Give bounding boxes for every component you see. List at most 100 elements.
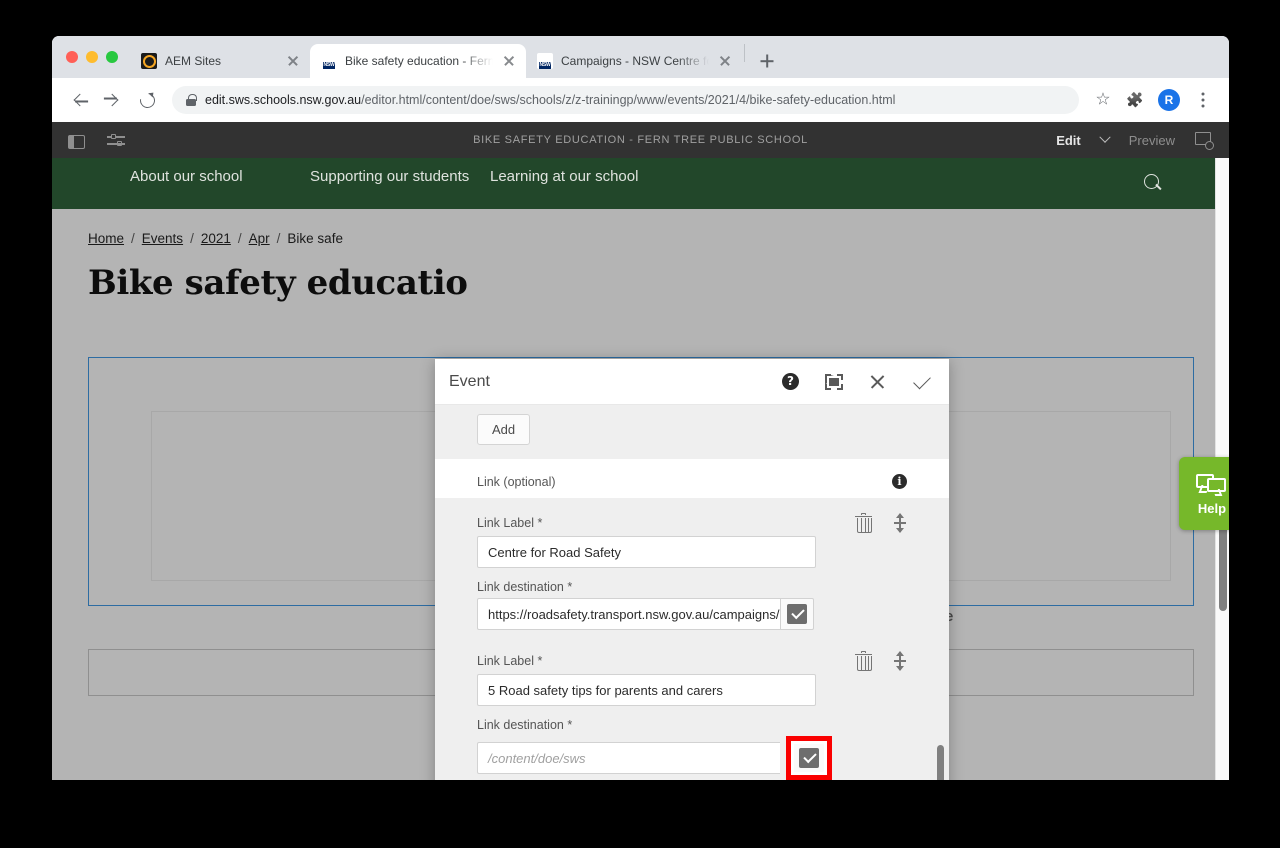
dialog-header: Event ? xyxy=(435,359,949,405)
chevron-down-icon[interactable] xyxy=(1099,131,1111,143)
event-dialog: Event ? Add Link (optional) i Link Label… xyxy=(435,359,949,780)
window-traffic-lights xyxy=(62,36,130,78)
aem-toolbar-left xyxy=(68,130,127,150)
close-window-button[interactable] xyxy=(66,51,78,63)
edit-mode-label[interactable]: Edit xyxy=(1056,133,1081,148)
link-label-caption: Link Label * xyxy=(477,516,543,530)
browser-window: AEM Sites NSW Bike safety education - Fe… xyxy=(52,36,1229,780)
browser-tab-aem-sites[interactable]: AEM Sites xyxy=(130,44,310,78)
breadcrumb-item-events[interactable]: Events xyxy=(142,231,183,246)
forward-button[interactable] xyxy=(98,85,128,115)
site-main-navigation: About our school Supporting our students… xyxy=(52,158,1229,209)
tab-close-icon[interactable] xyxy=(717,53,733,69)
address-bar[interactable]: edit.sws.schools.nsw.gov.au/editor.html/… xyxy=(172,86,1079,114)
page-canvas: About our school Supporting our students… xyxy=(52,158,1229,780)
chat-bubbles-icon xyxy=(1196,472,1228,496)
checkbox-icon xyxy=(799,748,819,768)
breadcrumb-item-home[interactable]: Home xyxy=(88,231,124,246)
browser-toolbar: edit.sws.schools.nsw.gov.au/editor.html/… xyxy=(52,78,1229,122)
dialog-scrollbar-thumb[interactable] xyxy=(937,745,944,780)
dialog-title: Event xyxy=(449,372,490,390)
breadcrumb-separator: / xyxy=(276,231,281,246)
address-bar-url: edit.sws.schools.nsw.gov.au/editor.html/… xyxy=(205,93,895,107)
aem-favicon-icon xyxy=(141,53,157,69)
help-widget-label: Help xyxy=(1197,500,1227,516)
link-label-header: Link Label * xyxy=(477,512,907,536)
reload-button[interactable] xyxy=(132,85,162,115)
tab-title: AEM Sites xyxy=(165,54,222,68)
preview-button[interactable]: Preview xyxy=(1129,133,1175,148)
bookmark-star-icon[interactable] xyxy=(1089,86,1117,114)
aem-editor-toolbar: BIKE SAFETY EDUCATION - FERN TREE PUBLIC… xyxy=(52,122,1229,158)
extensions-puzzle-icon[interactable] xyxy=(1121,86,1149,114)
aem-toolbar-right: Edit Preview xyxy=(1056,131,1214,150)
dialog-action-bar: ? xyxy=(782,373,931,390)
link-item: Link Label * 5 Road safety tips for pare… xyxy=(477,630,907,780)
check-icon[interactable] xyxy=(912,374,931,390)
dialog-scroll-content: Add Link (optional) i Link Label * Centr… xyxy=(435,405,949,780)
link-destination-row: https://roadsafety.transport.nsw.gov.au/… xyxy=(477,598,907,630)
breadcrumb-item-2021[interactable]: 2021 xyxy=(201,231,231,246)
help-icon[interactable]: ? xyxy=(782,373,799,390)
link-item-tools xyxy=(855,512,907,533)
link-destination-row: /content/doe/sws xyxy=(477,736,907,780)
link-section-caption: Link (optional) xyxy=(477,474,556,489)
breadcrumb-separator: / xyxy=(237,231,242,246)
browser-tab-bike-safety[interactable]: NSW Bike safety education - Fern Tr xyxy=(310,44,526,78)
link-label-input[interactable]: 5 Road safety tips for parents and carer… xyxy=(477,674,816,706)
maximize-window-button[interactable] xyxy=(106,51,118,63)
browser-tab-campaigns[interactable]: NSW Campaigns - NSW Centre for R xyxy=(526,44,742,78)
checkbox-icon xyxy=(787,604,807,624)
tab-close-icon[interactable] xyxy=(285,53,301,69)
path-picker-button[interactable] xyxy=(780,598,814,630)
nav-item-supporting-our-students[interactable]: Supporting our students xyxy=(310,158,490,186)
breadcrumb-item-apr[interactable]: Apr xyxy=(249,231,270,246)
link-destination-input[interactable]: /content/doe/sws xyxy=(477,742,780,774)
add-button-top[interactable]: Add xyxy=(477,414,531,445)
page-properties-sliders-icon[interactable] xyxy=(107,130,127,150)
nsw-favicon-icon: NSW xyxy=(537,53,553,69)
drag-handle-icon[interactable] xyxy=(893,513,907,533)
url-path: /editor.html/content/doe/sws/schools/z/z… xyxy=(361,93,896,107)
close-icon[interactable] xyxy=(869,373,886,390)
link-item: Link Label * Centre for Road Safety Link… xyxy=(477,504,907,630)
url-host: edit.sws.schools.nsw.gov.au xyxy=(205,93,362,107)
search-icon[interactable] xyxy=(1144,174,1163,193)
browser-menu-icon[interactable] xyxy=(1189,86,1217,114)
tab-title: Campaigns - NSW Centre for R xyxy=(561,54,709,68)
nsw-favicon-icon: NSW xyxy=(321,53,337,69)
breadcrumb-separator: / xyxy=(190,231,194,246)
previous-multifield-footer: Add xyxy=(435,405,949,459)
link-destination-input[interactable]: https://roadsafety.transport.nsw.gov.au/… xyxy=(477,598,780,630)
dialog-body: Add Link (optional) i Link Label * Centr… xyxy=(435,405,949,780)
profile-avatar[interactable]: R xyxy=(1158,89,1180,111)
tab-close-icon[interactable] xyxy=(501,53,517,69)
browser-tab-strip: AEM Sites NSW Bike safety education - Fe… xyxy=(52,36,1229,78)
path-picker-highlight xyxy=(786,736,832,780)
lock-icon xyxy=(186,94,197,106)
breadcrumb-item-current: Bike safe xyxy=(287,231,343,246)
breadcrumb-separator: / xyxy=(131,231,135,246)
trash-icon[interactable] xyxy=(855,650,872,671)
path-picker-button[interactable] xyxy=(794,744,824,772)
fullscreen-icon[interactable] xyxy=(825,373,843,390)
nav-item-learning-at-our-school[interactable]: Learning at our school xyxy=(490,158,670,186)
new-tab-button[interactable] xyxy=(753,47,781,75)
dialog-scrollbar[interactable] xyxy=(937,405,944,780)
tab-divider xyxy=(744,44,745,62)
link-destination-header: Link destination * xyxy=(477,568,907,598)
back-button[interactable] xyxy=(64,85,94,115)
help-widget[interactable]: Help xyxy=(1179,457,1229,530)
tab-title: Bike safety education - Fern Tr xyxy=(345,54,493,68)
nav-item-about-our-school[interactable]: About our school xyxy=(130,158,310,186)
link-label-input[interactable]: Centre for Road Safety xyxy=(477,536,816,568)
link-label-header: Link Label * xyxy=(477,650,907,674)
link-section-caption-row: Link (optional) i xyxy=(477,459,907,498)
trash-icon[interactable] xyxy=(855,512,872,533)
side-panel-toggle-icon[interactable] xyxy=(68,134,85,149)
breadcrumb: Home / Events / 2021 / Apr / Bike safe xyxy=(52,209,1229,246)
annotations-icon[interactable] xyxy=(1195,131,1214,150)
info-icon[interactable]: i xyxy=(892,474,907,489)
minimize-window-button[interactable] xyxy=(86,51,98,63)
drag-handle-icon[interactable] xyxy=(893,651,907,671)
